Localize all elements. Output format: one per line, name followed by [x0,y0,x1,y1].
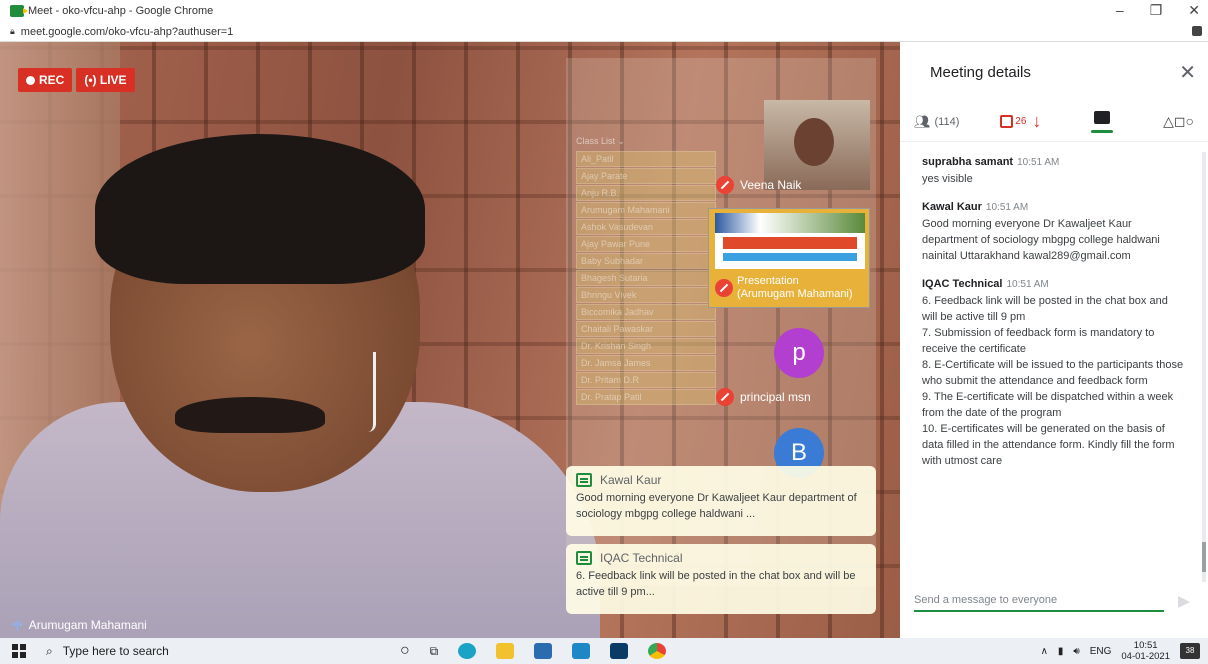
earphone [368,352,376,432]
show-hidden-icons[interactable]: ∧ [1041,646,1048,657]
meet-app-icon [10,5,28,17]
broadcast-icon: (•) [84,73,100,87]
chat-message: suprabha samant 10:51 AM yes visible [922,156,1060,185]
system-tray: ∧ ▮ 🔊︎ ENG 10:51 04-01-2021 38 [1041,638,1200,664]
minimize-button[interactable]: – [1116,2,1124,19]
taskbar-apps: ○ ⧉ [400,642,667,660]
mic-off-icon [716,388,734,406]
photoshop-icon[interactable] [610,643,629,659]
chat-input[interactable]: Send a message to everyone [914,594,1164,612]
class-list-row: Anju R.B. [576,185,716,201]
chat-messages: suprabha samant 10:51 AM yes visible Kawa… [900,142,1202,580]
class-list-row: Biccomika Jadhav [576,304,716,320]
tab-attendance[interactable]: 26 ↓ [1000,111,1041,132]
chat-icon [1094,110,1111,124]
activities-icon[interactable]: △◻○ [1163,113,1194,130]
record-dot-icon [26,76,35,85]
live-badge: (•) LIVE [76,68,135,92]
notification-center-icon[interactable]: 38 [1180,643,1200,659]
chat-message-icon [576,551,592,565]
task-view-icon[interactable]: ⧉ [430,644,439,659]
mic-off-icon [716,176,734,194]
address-bar[interactable]: 🔒︎ meet.google.com/oko-vfcu-ahp?authuser… [0,22,1208,42]
rec-badge: REC [18,68,73,92]
close-window-button[interactable]: ✕ [1188,2,1200,19]
chat-toast[interactable]: IQAC Technical 6. Feedback link will be … [566,544,876,614]
volume-icon[interactable]: 🔊︎ [1073,646,1079,657]
clock[interactable]: 10:51 04-01-2021 [1121,640,1170,662]
chat-toast[interactable]: Kawal Kaur Good morning everyone Dr Kawa… [566,466,876,536]
maximize-button[interactable]: ❐ [1150,2,1163,19]
class-list-row: Ajay Parate [576,168,716,184]
class-list-row: Ajay Pawar Pune [576,236,716,252]
extension-icon[interactable] [1192,26,1202,36]
chrome-icon[interactable] [648,643,667,659]
presentation-tile[interactable]: Presentation (Arumugam Mahamani) [708,208,870,308]
active-tab-indicator [1091,129,1114,133]
window-controls: – ❐ ✕ [1116,2,1200,19]
speaker-name-label: •|• Arumugam Mahamani [12,618,147,632]
participant-tile-principal[interactable]: principal msn [716,388,811,406]
class-list-row: Dr. Pritam D.R [576,372,716,388]
recording-badges: REC (•) LIVE [18,68,135,92]
mic-off-icon [715,279,733,297]
class-list-row: Dr. Pratap Patil [576,389,716,405]
class-list-row: Dr. Krishan Singh [576,338,716,354]
search-icon: ⌕ [46,643,53,658]
windows-start-icon[interactable] [12,644,26,658]
class-list-row: Bhringu Vivek [576,287,716,303]
file-explorer-icon[interactable] [496,643,515,659]
browser-titlebar: Meet - oko-vfcu-ahp - Google Chrome – ❐ … [0,0,1208,22]
class-list: Class List ⌄ Ali_Patil Ajay Parate Anju … [576,136,716,406]
url-text[interactable]: meet.google.com/oko-vfcu-ahp?authuser=1 [21,26,234,38]
people-icon: 👥︎ [914,113,931,129]
tab-people[interactable]: 👥︎ (114) [914,114,959,130]
photos-icon[interactable] [572,643,591,659]
class-list-row: Arumugam Mahamani [576,202,716,218]
participant-face [794,118,834,166]
cortana-icon[interactable]: ○ [400,642,410,660]
panel-tabs: 👥︎ (114) 26 ↓ △◻○ [900,102,1208,142]
panel-title: Meeting details [930,63,1031,81]
send-icon[interactable] [1178,596,1190,608]
window-title: Meet - oko-vfcu-ahp - Google Chrome [28,5,214,17]
language-indicator[interactable]: ENG [1090,646,1112,657]
class-list-row: Ali_Patil [576,151,716,167]
speaker-moustache [175,397,325,433]
tab-chat[interactable] [1082,110,1122,133]
panel-header: Meeting details ✕ [900,42,1208,102]
taskbar: ⌕ Type here to search ○ ⧉ ∧ ▮ 🔊︎ ENG 10:… [0,638,1208,664]
edge-icon[interactable] [458,643,477,659]
presentation-label: Presentation (Arumugam Mahamani) [737,275,853,300]
presentation-slide [715,213,865,269]
store-icon[interactable] [534,643,553,659]
network-icon[interactable]: ▮ [1058,646,1064,657]
class-list-row: Dr. Jamsa James [576,355,716,371]
chat-message: IQAC Technical 10:51 AM 6. Feedback link … [922,278,1184,467]
class-list-row: Chaitali Pawaskar [576,321,716,337]
speaker-hair [95,134,425,284]
class-list-title[interactable]: Class List ⌄ [576,136,716,147]
chat-message-icon [576,473,592,487]
arrow-down-icon: ↓ [1032,111,1042,131]
close-icon[interactable]: ✕ [1179,60,1196,85]
chat-scrollbar[interactable] [1202,152,1206,582]
taskbar-search[interactable]: ⌕ Type here to search [40,638,330,664]
chat-message: Kawal Kaur 10:51 AM Good morning everyone… [922,201,1160,262]
participant-tile-veena[interactable]: Veena Naik [716,176,801,194]
avatar-p[interactable]: p [774,328,824,378]
class-list-row: Ashok Vasudevan [576,219,716,235]
class-list-row: Baby Subhadar [576,253,716,269]
class-list-row: Bhagesh Sutaria [576,270,716,286]
checkbox-icon [1000,115,1014,128]
meeting-details-panel: Meeting details ✕ 👥︎ (114) 26 ↓ △◻○ supr… [900,42,1208,638]
lock-icon[interactable]: 🔒︎ [10,26,15,37]
audio-level-icon: •|• [12,619,23,631]
